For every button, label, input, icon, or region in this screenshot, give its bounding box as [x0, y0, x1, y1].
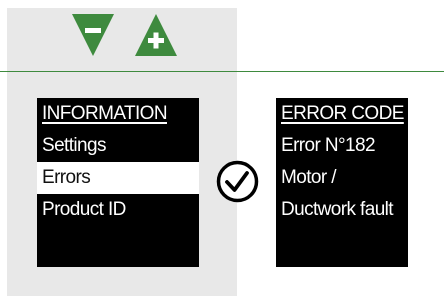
menu-item-errors[interactable]: Errors — [37, 162, 199, 194]
error-description-line2: Ductwork fault — [281, 199, 394, 220]
error-title: ERROR CODE — [281, 103, 404, 124]
menu-item-settings[interactable]: Settings — [37, 130, 199, 162]
minus-button[interactable] — [71, 12, 115, 58]
error-description-line1: Motor / — [281, 167, 337, 188]
menu-item-product-id[interactable]: Product ID — [37, 194, 199, 226]
plus-button[interactable] — [134, 12, 178, 58]
menu-display: INFORMATION Settings Errors Product ID — [37, 98, 199, 267]
error-code: Error N°182 — [281, 135, 376, 156]
menu-title: INFORMATION — [42, 103, 168, 124]
check-circle-icon — [216, 160, 259, 203]
error-display: ERROR CODE Error N°182 Motor / Ductwork … — [276, 98, 408, 267]
minus-icon — [72, 14, 114, 56]
plus-icon — [135, 14, 177, 56]
divider-line — [0, 71, 444, 72]
